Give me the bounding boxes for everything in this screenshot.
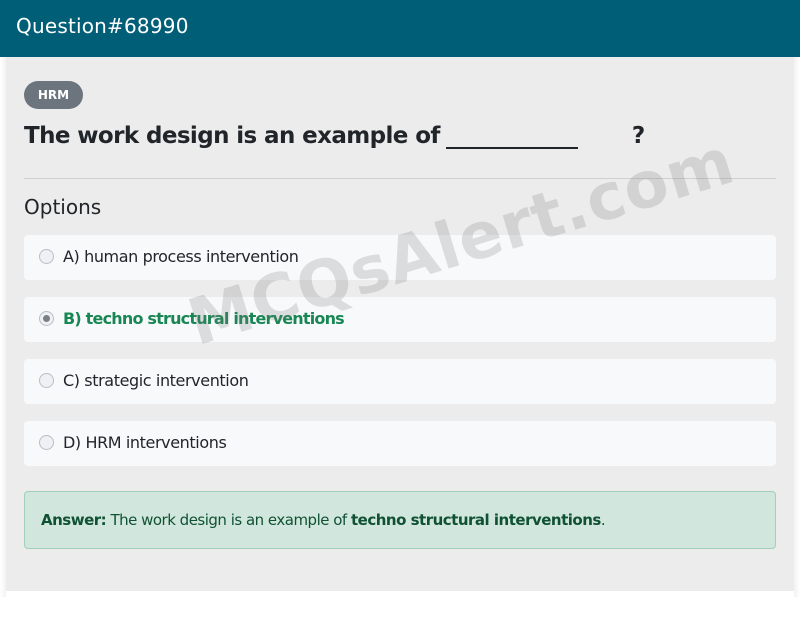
option-c-label: C) strategic intervention [63,371,249,390]
answer-stem: The work design is an example of [110,511,347,529]
option-b[interactable]: B) techno structural interventions [24,297,776,342]
answer-suffix: . [600,511,606,529]
option-d[interactable]: D) HRM interventions [24,421,776,466]
option-b-radio[interactable] [39,311,54,326]
option-d-label: D) HRM interventions [63,433,227,452]
option-c-radio[interactable] [39,373,54,388]
question-id-title: Question#68990 [16,14,189,38]
option-c[interactable]: C) strategic intervention [24,359,776,404]
answer-box: Answer: The work design is an example of… [24,491,776,549]
question-stem: The work design is an example of [24,123,440,149]
option-a-radio[interactable] [39,249,54,264]
answer-value: techno structural interventions [351,511,601,529]
question-text: The work design is an example of? [24,121,645,149]
category-badge[interactable]: HRM [24,81,83,109]
page-header: Question#68990 [0,0,800,57]
card-shadow-right [794,57,800,597]
option-a-label: A) human process intervention [63,247,299,266]
question-mark: ? [631,123,645,149]
options-heading: Options [24,195,102,219]
question-blank [445,121,578,149]
option-d-radio[interactable] [39,435,54,450]
answer-text: Answer: The work design is an example of… [41,511,606,529]
answer-prefix: Answer: [41,511,107,529]
